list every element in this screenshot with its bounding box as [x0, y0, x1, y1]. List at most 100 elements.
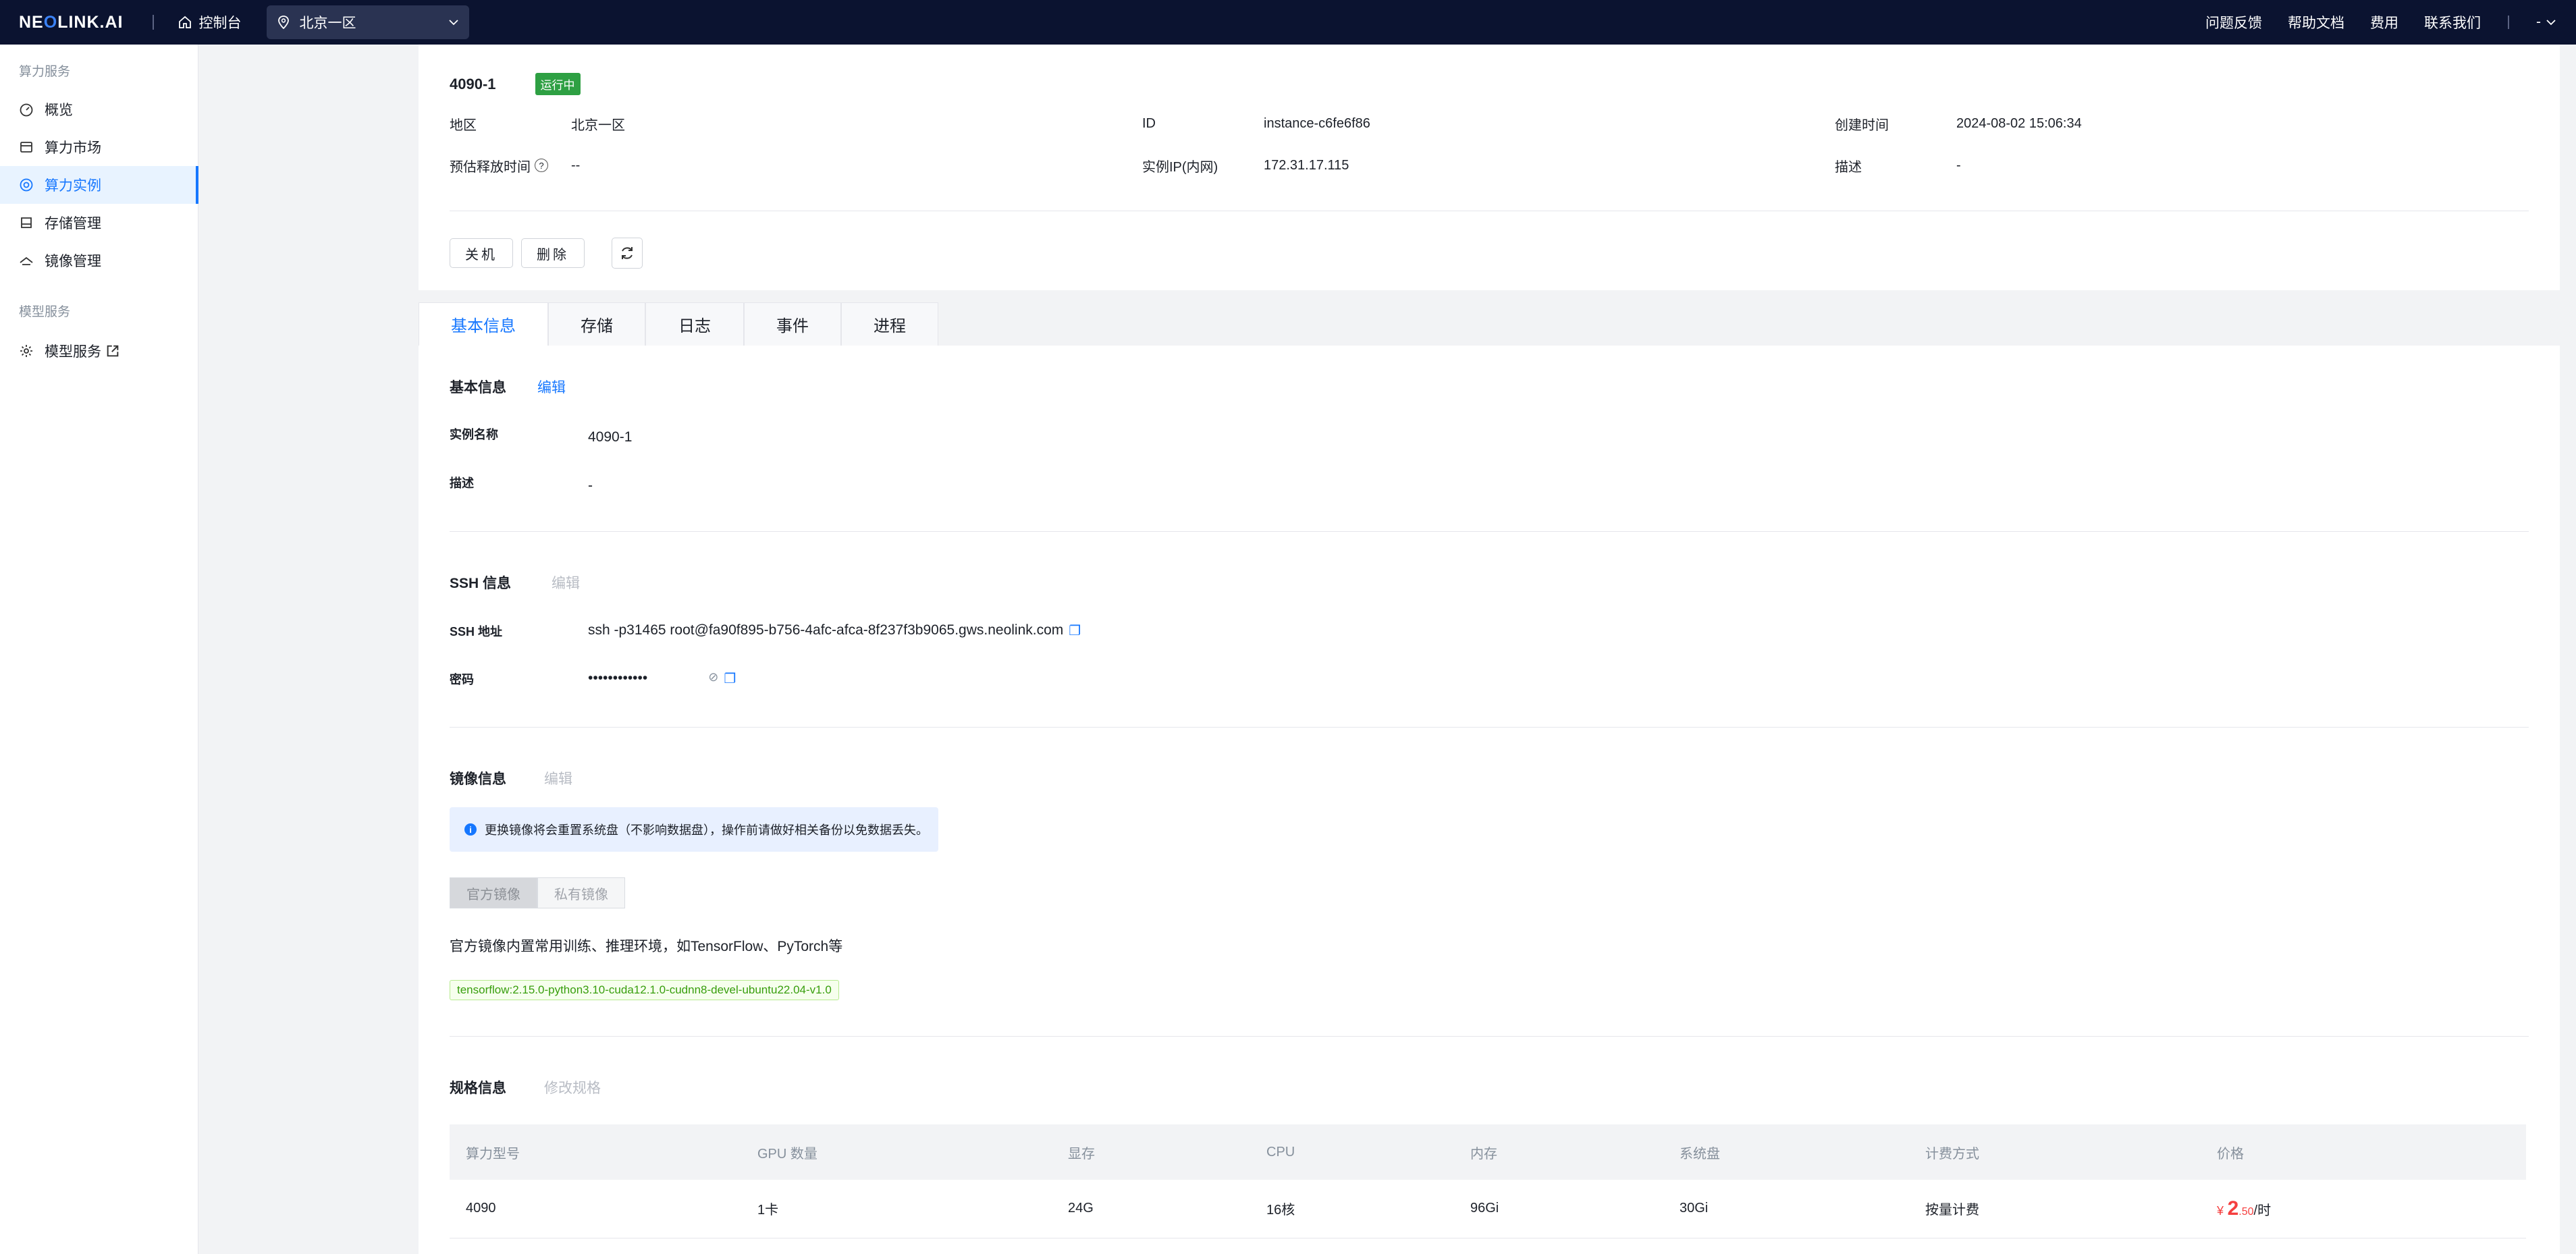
logo[interactable]: NEOLINK.AI [19, 13, 123, 32]
question-icon[interactable]: ? [535, 159, 548, 172]
tab-logs[interactable]: 日志 [645, 302, 744, 346]
column-header: GPU 数量 [741, 1124, 1052, 1180]
sidebar-item-images[interactable]: 镜像管理 [0, 242, 198, 279]
feedback-link[interactable]: 问题反馈 [2205, 12, 2262, 32]
memory-cell: 96Gi [1454, 1180, 1663, 1238]
field-label: SSH 地址 [450, 625, 503, 638]
image-tag: tensorflow:2.15.0-python3.10-cuda12.1.0-… [450, 980, 839, 1000]
divider [450, 727, 2529, 728]
user-menu[interactable]: - [2536, 14, 2556, 30]
divider [450, 531, 2529, 532]
image-info-header: 镜像信息 编辑 [450, 768, 2529, 788]
region-label: 地区 [450, 117, 477, 133]
created-value: 2024-08-02 15:06:34 [1956, 115, 2082, 131]
table-row: 4090 1卡 24G 16核 96Gi 30Gi 按量计费 ¥ 2.50/时 [450, 1180, 2526, 1238]
billing-method-cell: 按量计费 [1909, 1180, 2201, 1238]
price-unit: /时 [2253, 1203, 2272, 1218]
dashboard-icon [20, 103, 33, 117]
instance-info-grid: 地区 北京一区 ID instance-c6fe6f86 创建时间 2024-08-0… [450, 115, 2529, 175]
gear-icon [20, 345, 32, 357]
copy-icon[interactable]: ❐ [724, 670, 736, 688]
console-link[interactable]: 控制台 [178, 12, 241, 32]
price-cell: ¥ 2.50/时 [2201, 1180, 2526, 1238]
description-value: - [588, 478, 593, 493]
divider [2508, 16, 2509, 29]
detail-panel: 基本信息 编辑 实例名称 4090-1 描述 - SSH 信息 编辑 SSH 地址 s… [419, 346, 2560, 1254]
help-docs-link[interactable]: 帮助文档 [2288, 12, 2344, 32]
price-currency: ¥ [2217, 1203, 2224, 1218]
location-icon [278, 16, 290, 29]
divider [153, 15, 155, 30]
segment-official-image[interactable]: 官方镜像 [450, 877, 537, 908]
edit-ssh-link[interactable]: 编辑 [552, 572, 580, 593]
tab-storage[interactable]: 存储 [548, 302, 645, 346]
chevron-down-icon [2546, 20, 2556, 26]
contact-link[interactable]: 联系我们 [2424, 12, 2481, 32]
release-label: 预估释放时间 [450, 159, 531, 175]
store-icon [20, 142, 32, 153]
column-header: 显存 [1052, 1124, 1250, 1180]
detail-tabs: 基本信息 存储 日志 事件 进程 [419, 302, 938, 346]
top-bar: NEOLINK.AI 控制台 北京一区 问题反馈 帮助文档 费用 联系我们 - [0, 0, 2576, 45]
instance-summary-card: 4090-1 运行中 地区 北京一区 ID instance-c6fe6f86 创建… [419, 45, 2560, 290]
field-label: 密码 [450, 673, 474, 686]
sidebar-group-title: 模型服务 [19, 305, 71, 319]
sidebar-item-storage[interactable]: 存储管理 [0, 204, 198, 242]
region-select[interactable]: 北京一区 [267, 5, 470, 39]
region-value: 北京一区 [571, 117, 625, 133]
password-value: •••••••••••• [588, 670, 648, 686]
delete-button[interactable]: 删除 [521, 238, 585, 268]
sidebar-item-market[interactable]: 算力市场 [0, 128, 198, 166]
created-label: 创建时间 [1835, 117, 1889, 133]
divider [450, 1036, 2529, 1037]
shutdown-button[interactable]: 关机 [450, 238, 513, 268]
segment-private-image[interactable]: 私有镜像 [537, 877, 625, 908]
desc-label: 描述 [1835, 159, 1862, 175]
edit-image-link[interactable]: 编辑 [544, 768, 572, 788]
tab-events[interactable]: 事件 [744, 302, 841, 346]
column-header: 算力型号 [450, 1124, 741, 1180]
instance-icon [20, 178, 33, 192]
home-icon [179, 16, 192, 28]
ip-value: 172.31.17.115 [1264, 157, 1349, 173]
tab-basic-info[interactable]: 基本信息 [419, 302, 548, 346]
ssh-address-value: ssh -p31465 root@fa90f895-b756-4afc-afca… [588, 622, 1064, 638]
external-link-icon [107, 345, 119, 357]
refresh-button[interactable] [612, 238, 643, 269]
column-header: 价格 [2201, 1124, 2526, 1180]
sidebar-item-overview[interactable]: 概览 [0, 90, 198, 128]
copy-icon[interactable]: ❐ [1069, 622, 1081, 640]
instance-name-value: 4090-1 [588, 429, 633, 445]
column-header: 系统盘 [1663, 1124, 1909, 1180]
chevron-down-icon [449, 20, 459, 26]
vram-cell: 24G [1052, 1180, 1250, 1238]
section-title: 镜像信息 [450, 771, 506, 787]
table-header-row: 算力型号 GPU 数量 显存 CPU 内存 系统盘 计费方式 价格 [450, 1124, 2526, 1180]
id-value: instance-c6fe6f86 [1264, 115, 1370, 131]
sidebar-group-title: 算力服务 [19, 65, 71, 79]
column-header: 内存 [1454, 1124, 1663, 1180]
storage-icon [21, 217, 32, 228]
eye-off-icon[interactable]: ⊘ [708, 670, 718, 688]
instance-name: 4090-1 [450, 75, 496, 92]
tab-processes[interactable]: 进程 [841, 302, 938, 346]
desc-value: - [1956, 157, 1961, 173]
modify-spec-link[interactable]: 修改规格 [544, 1077, 601, 1097]
ssh-info-header: SSH 信息 编辑 [450, 572, 2529, 593]
gpu-model-cell: 4090 [450, 1180, 741, 1238]
cpu-cell: 16核 [1250, 1180, 1454, 1238]
column-header: CPU [1250, 1124, 1454, 1180]
system-disk-cell: 30Gi [1663, 1180, 1909, 1238]
info-icon: i [464, 823, 477, 836]
spec-table: 算力型号 GPU 数量 显存 CPU 内存 系统盘 计费方式 价格 4090 1… [450, 1124, 2526, 1238]
section-title: 规格信息 [450, 1081, 506, 1096]
release-value: -- [571, 157, 581, 173]
sidebar: 算力服务 概览 算力市场 算力实例 存储管理 镜像管理 模型服务 模型服务 [0, 45, 198, 1254]
image-description: 官方镜像内置常用训练、推理环境，如TensorFlow、PyTorch等 [450, 939, 843, 954]
image-icon [20, 256, 33, 265]
image-type-segment: 官方镜像 私有镜像 [450, 877, 2529, 908]
billing-link[interactable]: 费用 [2370, 12, 2398, 32]
sidebar-item-model-service[interactable]: 模型服务 [0, 332, 198, 370]
edit-basic-link[interactable]: 编辑 [537, 377, 566, 397]
sidebar-item-instances[interactable]: 算力实例 [0, 166, 198, 204]
